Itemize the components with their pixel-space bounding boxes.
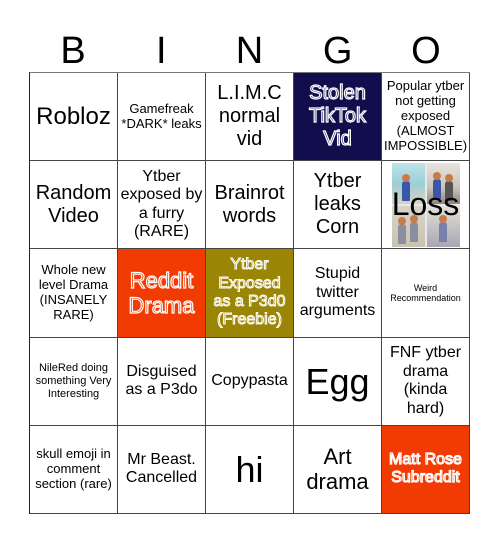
bingo-cell[interactable]: NileRed doing something Very Interesting (30, 337, 118, 426)
bingo-cell-free[interactable]: Ytber Exposed as a P3d0 (Freebie) (206, 249, 294, 338)
bingo-cell-marked[interactable]: Stolen TikTok Vid (294, 73, 382, 162)
bingo-cell[interactable]: Robloz (30, 73, 118, 162)
bingo-cell-marked[interactable]: Reddit Drama (118, 249, 206, 338)
bingo-cell[interactable]: Random Video (30, 161, 118, 250)
bingo-cell[interactable]: Weird Recommendation (382, 249, 470, 338)
bingo-cell[interactable]: Popular ytber not getting exposed (ALMOS… (382, 73, 470, 162)
cell-text: Weird Recommendation (390, 282, 461, 303)
cell-text: Mr Beast. Cancelled (125, 451, 198, 487)
cell-text: Ytber exposed by a furry (RARE) (120, 168, 203, 241)
cell-text: Art drama (306, 444, 369, 495)
cell-text: skull emoji in comment section (rare) (35, 445, 112, 491)
cell-text: Disguised as a P3do (125, 362, 198, 399)
bingo-cell-image[interactable]: Loss (382, 161, 470, 250)
cell-text: NileRed doing something Very Interesting (35, 362, 112, 400)
cell-text: FNF ytber drama (kinda hard) (389, 344, 462, 417)
bingo-cell[interactable]: Copypasta (206, 337, 294, 426)
cell-text: Reddit Drama (128, 267, 195, 318)
bingo-cell[interactable]: hi (206, 425, 294, 514)
bingo-cell[interactable]: Mr Beast. Cancelled (118, 425, 206, 514)
cell-text: Copypasta (211, 372, 288, 389)
bingo-cell[interactable]: Disguised as a P3do (118, 337, 206, 426)
bingo-cell[interactable]: Egg (294, 337, 382, 426)
bingo-cell[interactable]: Art drama (294, 425, 382, 514)
cell-text: Ytber leaks Corn (313, 170, 362, 239)
header-letter-g: G (322, 30, 353, 72)
header-letter-o: O (411, 30, 441, 72)
cell-text: Robloz (36, 102, 111, 130)
header-letter-b: B (60, 30, 86, 72)
cell-text: Loss (391, 186, 460, 223)
cell-text: L.I.M.C normal vid (217, 82, 282, 151)
bingo-cell[interactable]: Brainrot words (206, 161, 294, 250)
bingo-cell[interactable]: Ytber exposed by a furry (RARE) (118, 161, 206, 250)
cell-text: Random Video (35, 181, 112, 227)
bingo-cell[interactable]: L.I.M.C normal vid (206, 73, 294, 162)
bingo-cell-marked[interactable]: Matt Rose Subreddit (382, 425, 470, 514)
cell-text: Egg (305, 360, 370, 402)
cell-text: Stupid twitter arguments (299, 265, 376, 320)
bingo-header: B I N G O (29, 30, 470, 72)
bingo-grid: Robloz Gamefreak *DARK* leaks L.I.M.C no… (29, 72, 470, 514)
cell-text: Whole new level Drama (INSANELY RARE) (38, 262, 109, 322)
cell-text: Popular ytber not getting exposed (ALMOS… (383, 78, 468, 153)
bingo-cell[interactable]: skull emoji in comment section (rare) (30, 425, 118, 514)
cell-text: hi (235, 448, 264, 490)
cell-text: Stolen TikTok Vid (308, 81, 367, 151)
bingo-cell[interactable]: FNF ytber drama (kinda hard) (382, 337, 470, 426)
bingo-cell[interactable]: Ytber leaks Corn (294, 161, 382, 250)
bingo-cell[interactable]: Gamefreak *DARK* leaks (118, 73, 206, 162)
cell-text: Gamefreak *DARK* leaks (121, 100, 202, 131)
cell-text: Brainrot words (214, 181, 285, 227)
bingo-cell[interactable]: Stupid twitter arguments (294, 249, 382, 338)
cell-text: Ytber Exposed as a P3d0 (Freebie) (213, 256, 286, 329)
header-letter-n: N (235, 30, 264, 72)
bingo-cell[interactable]: Whole new level Drama (INSANELY RARE) (30, 249, 118, 338)
cell-text: Matt Rose Subreddit (388, 450, 462, 487)
header-letter-i: I (156, 30, 167, 72)
